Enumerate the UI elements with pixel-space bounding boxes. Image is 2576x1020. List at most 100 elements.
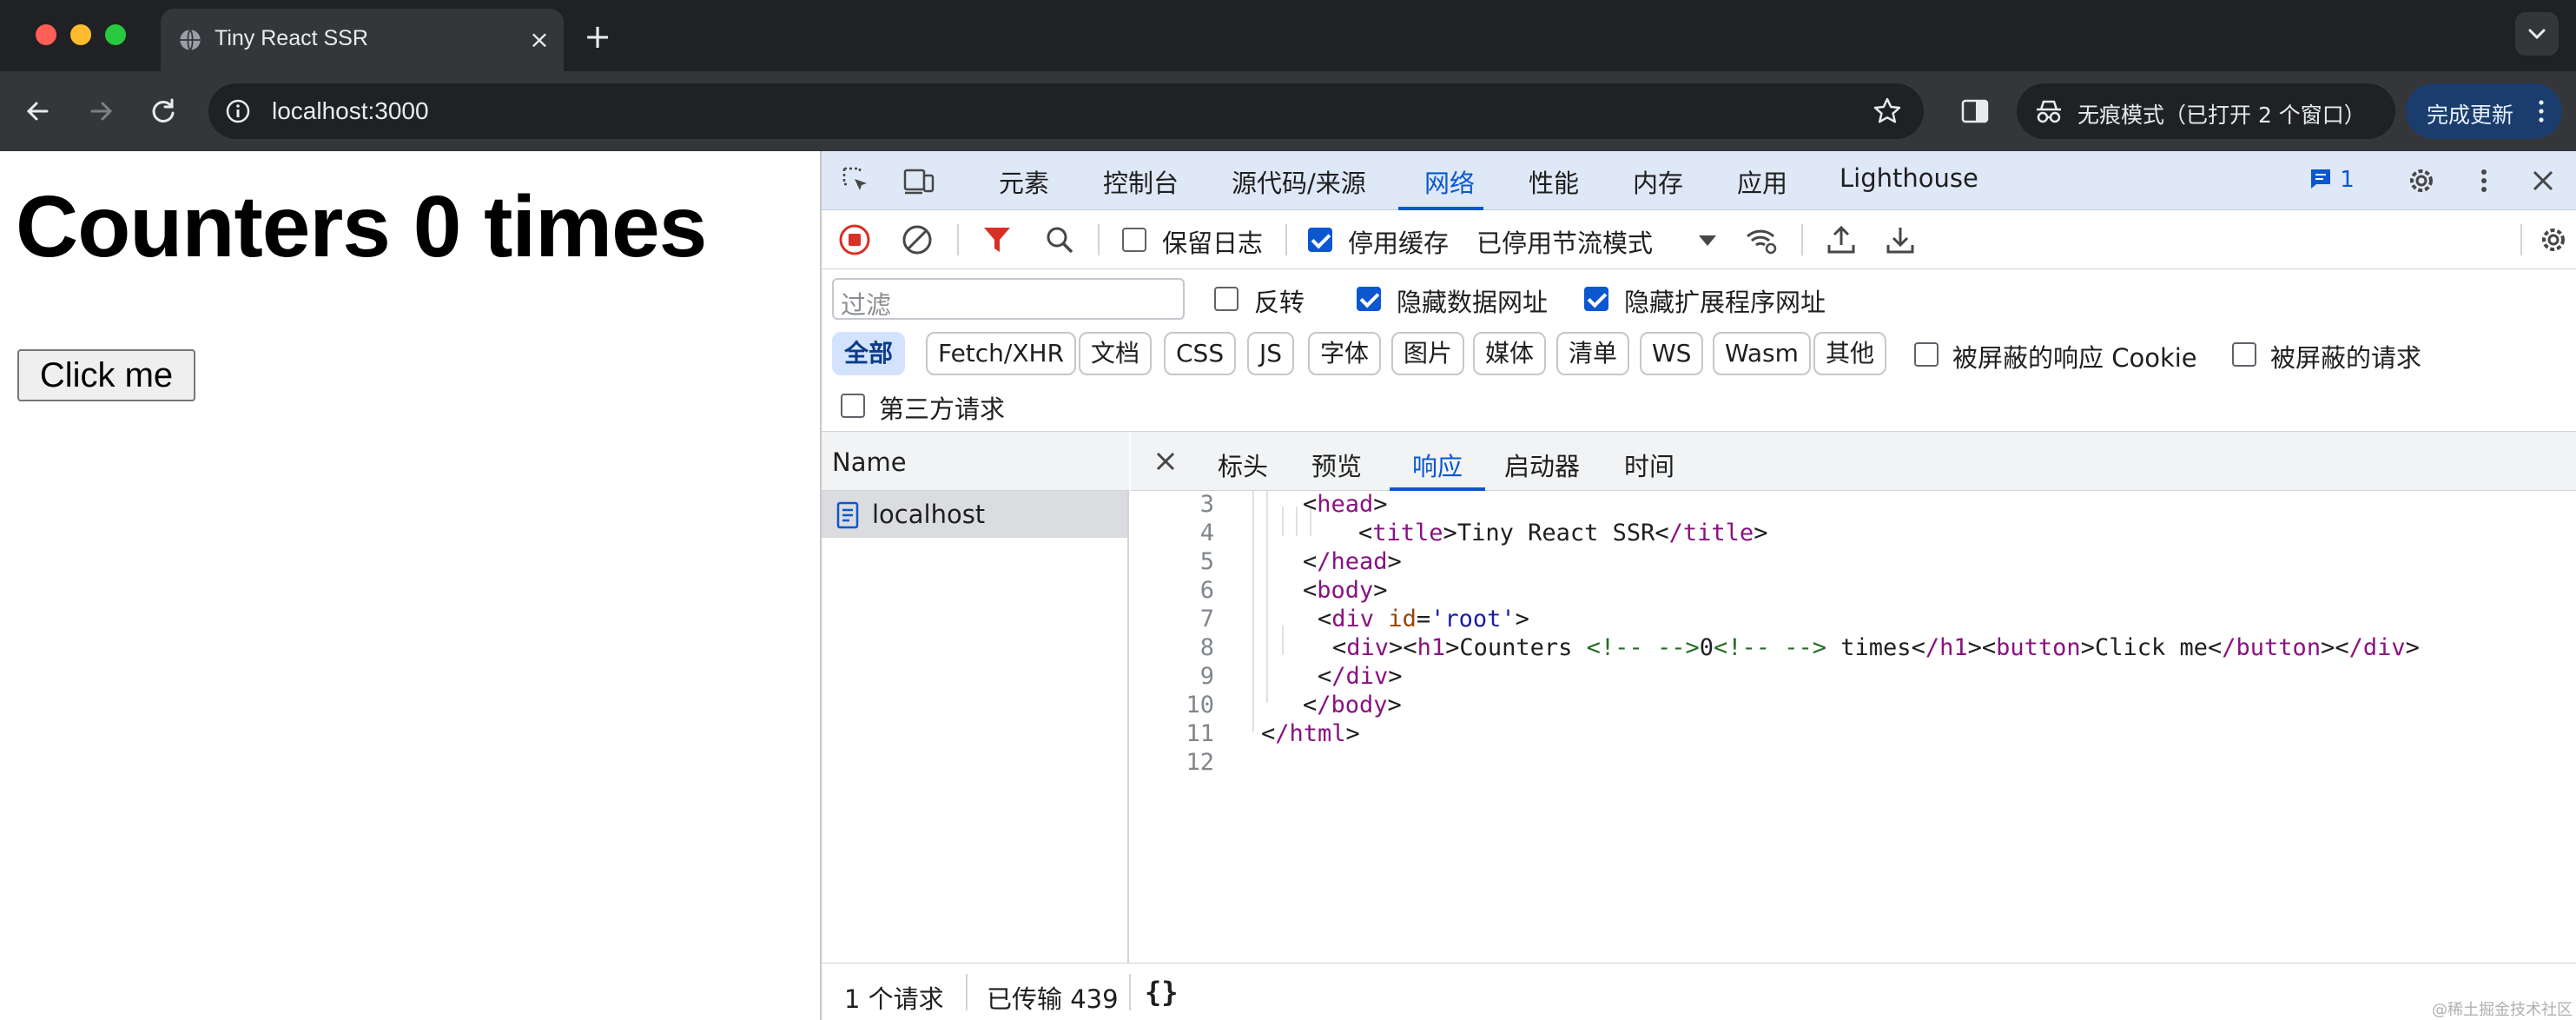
tab-preview[interactable]: 预览 (1311, 447, 1362, 483)
dropdown-arrow-icon[interactable] (1690, 222, 1725, 257)
tab-network[interactable]: 网络 (1424, 163, 1475, 200)
browser-tab[interactable]: Tiny React SSR × (161, 9, 564, 71)
chevron-down-icon (2528, 29, 2546, 40)
update-button[interactable]: 完成更新 (2406, 83, 2562, 139)
clear-icon[interactable] (900, 222, 935, 257)
issues-count: 1 (2340, 167, 2355, 193)
chip-font[interactable]: 字体 (1308, 332, 1382, 375)
tab-search-button[interactable] (2515, 12, 2559, 56)
code-text: </body> (1303, 692, 1402, 719)
chip-fetch-xhr[interactable]: Fetch/XHR (926, 332, 1077, 375)
inspect-element-icon[interactable] (839, 163, 874, 198)
export-har-icon[interactable] (1883, 222, 1918, 257)
line-number: 10 (1186, 692, 1214, 719)
address-bar[interactable]: localhost:3000 (208, 83, 1924, 139)
blocked-cookies-checkbox[interactable] (1914, 342, 1939, 367)
window-zoom-button[interactable] (105, 24, 126, 45)
page-viewport: Counters 0 times Click me (0, 151, 820, 1020)
close-detail-icon[interactable] (1150, 446, 1181, 477)
network-settings-gear-icon[interactable] (2536, 222, 2571, 257)
chip-all[interactable]: 全部 (832, 332, 906, 375)
code-text: </html> (1261, 720, 1360, 747)
tab-initiator[interactable]: 启动器 (1504, 447, 1580, 483)
throttle-select[interactable]: 已停用节流模式 (1476, 223, 1653, 260)
response-code-view[interactable]: 3 <head> 4 <title>Tiny React SSR</title> 5 </… (1131, 491, 2576, 964)
preserve-log-checkbox[interactable] (1122, 228, 1146, 252)
reload-icon[interactable] (144, 92, 182, 130)
toolbar-divider (1801, 224, 1803, 255)
window-minimize-button[interactable] (70, 24, 91, 45)
tab-performance[interactable]: 性能 (1529, 163, 1579, 200)
request-name: localhost (872, 500, 986, 529)
third-party-checkbox[interactable] (841, 394, 865, 418)
chip-wasm[interactable]: Wasm (1713, 332, 1811, 375)
code-line: 9 </div> (1131, 663, 2576, 692)
disable-cache-label: 停用缓存 (1348, 229, 1450, 258)
blocked-requests-checkbox[interactable] (2232, 342, 2256, 367)
line-number: 8 (1199, 634, 1214, 661)
line-number: 9 (1199, 663, 1214, 690)
tab-elements[interactable]: 元素 (999, 163, 1049, 200)
chip-doc[interactable]: 文档 (1079, 332, 1153, 375)
line-number: 7 (1199, 606, 1214, 633)
more-vert-icon[interactable] (2467, 163, 2501, 198)
device-toolbar-icon[interactable] (902, 163, 936, 198)
chip-other[interactable]: 其他 (1813, 332, 1887, 375)
filter-input[interactable]: 过滤 (832, 278, 1185, 320)
disable-cache-checkbox[interactable] (1308, 228, 1332, 252)
tab-sources[interactable]: 源代码/来源 (1232, 163, 1366, 200)
chip-ws[interactable]: WS (1640, 332, 1704, 375)
search-icon[interactable] (1042, 222, 1077, 257)
settings-gear-icon[interactable] (2404, 163, 2439, 198)
code-line: 4 <title>Tiny React SSR</title> (1131, 520, 2576, 548)
devtools-tab-bar: 元素 控制台 源代码/来源 网络 性能 内存 应用 Lighthouse 1 (822, 151, 2576, 210)
issues-badge[interactable]: 1 (2308, 167, 2355, 196)
invert-checkbox[interactable] (1214, 287, 1238, 311)
tab-close-icon[interactable]: × (527, 28, 552, 52)
line-number: 6 (1199, 577, 1214, 604)
tab-console[interactable]: 控制台 (1103, 163, 1179, 200)
update-label: 完成更新 (2427, 103, 2514, 128)
tab-application[interactable]: 应用 (1737, 163, 1787, 200)
tab-timing[interactable]: 时间 (1624, 447, 1674, 483)
pretty-print-button[interactable]: {} (1145, 976, 1179, 1009)
line-number: 11 (1186, 720, 1214, 747)
record-stop-icon[interactable] (837, 222, 872, 257)
name-column-header[interactable]: Name (822, 432, 1129, 491)
code-line: 6 <body> (1131, 577, 2576, 606)
chip-img[interactable]: 图片 (1391, 332, 1465, 375)
chip-css[interactable]: CSS (1164, 332, 1237, 375)
site-info-icon[interactable] (224, 97, 252, 125)
tab-lighthouse[interactable]: Lighthouse (1840, 163, 1978, 193)
tab-response[interactable]: 响应 (1412, 447, 1463, 483)
chip-manifest[interactable]: 清单 (1556, 332, 1630, 375)
close-devtools-icon[interactable] (2526, 163, 2560, 198)
code-text: </div> (1318, 663, 1403, 690)
hide-data-urls-checkbox[interactable] (1357, 287, 1381, 311)
toolbar-divider (1098, 224, 1100, 255)
window-close-button[interactable] (36, 24, 56, 45)
click-me-button[interactable]: Click me (17, 349, 195, 401)
document-icon (836, 501, 859, 529)
filter-icon[interactable] (980, 222, 1014, 257)
forward-arrow-icon[interactable] (82, 92, 120, 130)
tab-headers[interactable]: 标头 (1218, 447, 1268, 483)
network-conditions-icon[interactable] (1744, 222, 1779, 257)
message-icon (2311, 169, 2330, 189)
chip-js[interactable]: JS (1247, 332, 1295, 375)
hide-extension-urls-checkbox[interactable] (1584, 287, 1608, 311)
preserve-log-label: 保留日志 (1162, 229, 1264, 258)
toolbar-divider (1285, 224, 1287, 255)
browser-tab-strip: Tiny React SSR × + (0, 0, 2576, 71)
side-panel-icon[interactable] (1959, 96, 1991, 127)
code-text: <div><h1>Counters <!-- -->0<!-- --> time… (1332, 634, 2420, 661)
bookmark-star-icon[interactable] (1872, 96, 1903, 127)
new-tab-button[interactable]: + (580, 19, 615, 54)
back-arrow-icon[interactable] (19, 92, 57, 130)
detail-tab-bar: 标头 预览 响应 启动器 时间 (1131, 432, 2576, 491)
import-har-icon[interactable] (1824, 222, 1859, 257)
request-row[interactable]: localhost (822, 491, 1127, 538)
incognito-indicator[interactable]: 无痕模式（已打开 2 个窗口） (2017, 83, 2395, 139)
tab-memory[interactable]: 内存 (1633, 163, 1683, 200)
chip-media[interactable]: 媒体 (1473, 332, 1547, 375)
